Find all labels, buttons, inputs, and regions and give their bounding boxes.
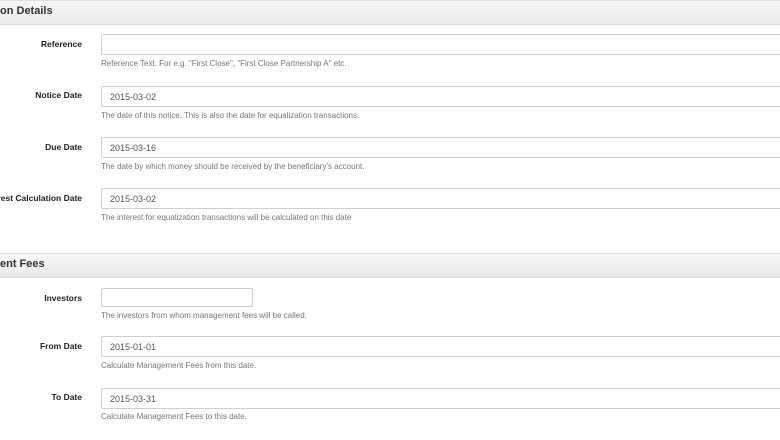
section-title: on Details — [0, 5, 53, 17]
reference-input[interactable] — [101, 34, 780, 55]
notice-date-help: The date of this notice. This is also th… — [101, 111, 360, 120]
notice-date-input[interactable] — [101, 86, 780, 107]
due-date-label: Due Date — [45, 142, 82, 152]
investors-help: The investors from whom management fees … — [101, 311, 307, 320]
section-header-details: on Details — [0, 0, 780, 25]
to-date-input[interactable] — [101, 388, 780, 409]
section-header-management-fees: ent Fees — [0, 253, 780, 278]
reference-help: Reference Text. For e.g. "First Close", … — [101, 59, 347, 68]
interest-calc-date-label: erest Calculation Date — [0, 193, 82, 203]
to-date-help: Calculate Management Fees to this date. — [101, 412, 247, 421]
notice-date-label: Notice Date — [35, 90, 82, 100]
investors-input[interactable] — [101, 288, 253, 307]
from-date-label: From Date — [39, 341, 82, 351]
from-date-help: Calculate Management Fees from this date… — [101, 361, 257, 370]
section-title: ent Fees — [0, 258, 45, 270]
due-date-help: The date by which money should be receiv… — [101, 162, 365, 171]
from-date-input[interactable] — [101, 336, 780, 357]
due-date-input[interactable] — [101, 137, 780, 158]
reference-label: Reference — [40, 39, 82, 49]
investors-label: Investors — [44, 293, 82, 303]
interest-calc-date-help: The interest for equalization transactio… — [101, 213, 352, 222]
to-date-label: To Date — [51, 392, 82, 402]
interest-calc-date-input[interactable] — [101, 188, 780, 209]
